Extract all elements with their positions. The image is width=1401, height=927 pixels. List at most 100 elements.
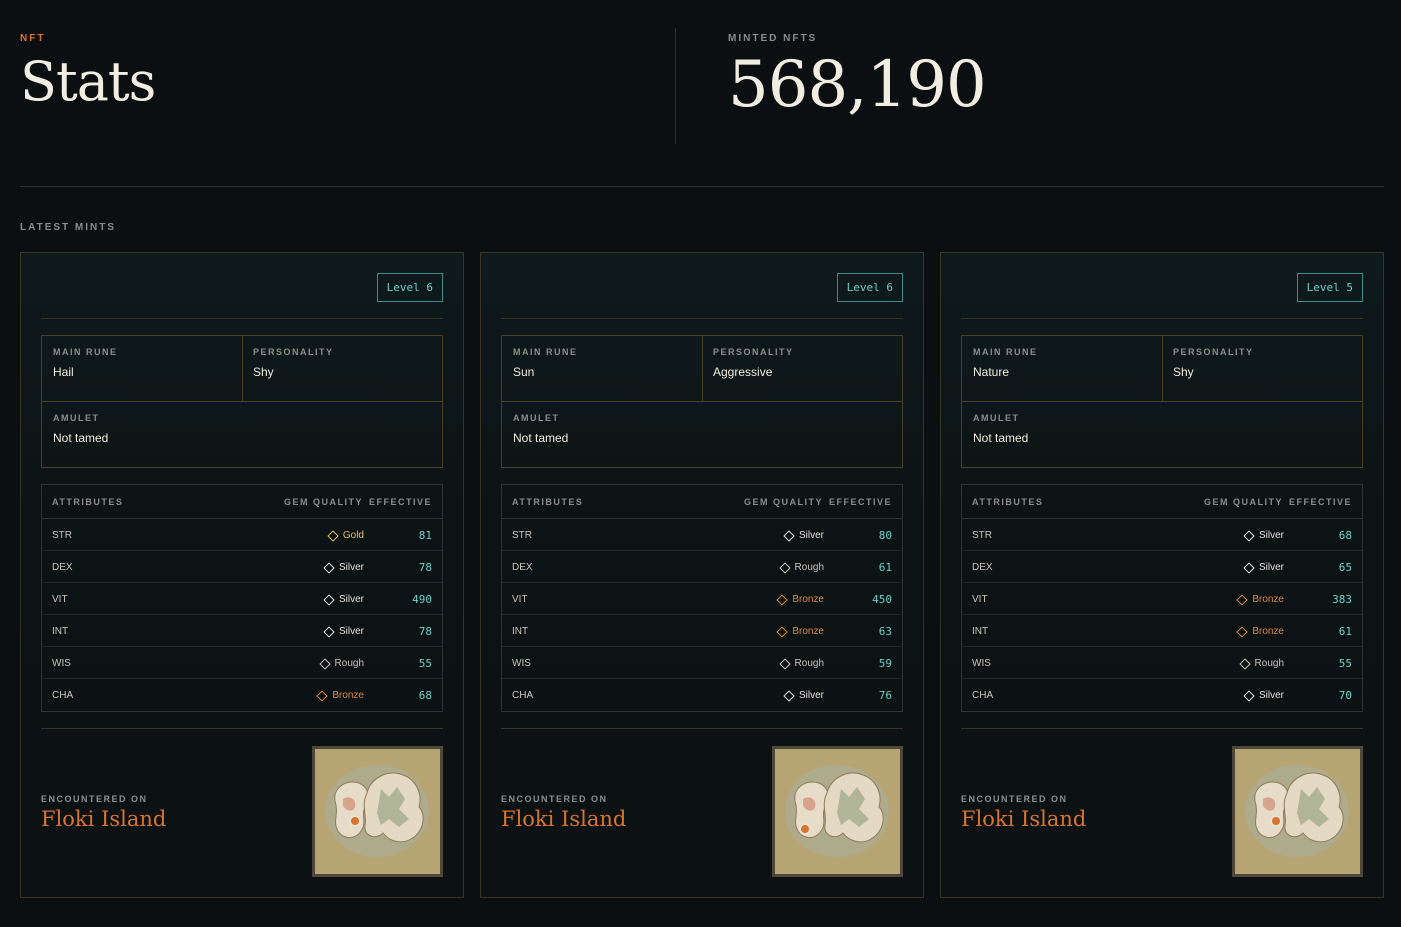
card-divider bbox=[961, 318, 1363, 319]
gem-quality-label: Silver bbox=[338, 626, 364, 637]
attributes-column-header: ATTRIBUTES bbox=[52, 497, 124, 507]
level-badge: Level 5 bbox=[1296, 273, 1363, 302]
effective-value: 383 bbox=[1332, 593, 1352, 606]
effective-column-header: EFFECTIVE bbox=[1288, 497, 1352, 507]
section-divider bbox=[20, 186, 1384, 187]
gem-quality: Silver bbox=[323, 625, 364, 638]
effective-value: 81 bbox=[418, 529, 432, 542]
island-map[interactable] bbox=[312, 746, 443, 877]
effective-value: 450 bbox=[872, 593, 892, 606]
amulet-label: AMULET bbox=[53, 413, 100, 423]
effective-value: 63 bbox=[878, 625, 892, 638]
gem-quality: Rough bbox=[778, 657, 824, 670]
gem-quality-label: Silver bbox=[798, 690, 824, 701]
gem-quality-label: Silver bbox=[338, 594, 364, 605]
attribute-name: DEX bbox=[52, 562, 73, 573]
personality-cell: PERSONALITY Shy bbox=[253, 347, 334, 379]
personality-label: PERSONALITY bbox=[1173, 347, 1254, 357]
amulet-label: AMULET bbox=[973, 413, 1020, 423]
gem-quality-column-header: GEM QUALITY bbox=[1204, 497, 1283, 507]
effective-value: 65 bbox=[1338, 561, 1352, 574]
attribute-row: DEX Silver 65 bbox=[962, 551, 1362, 583]
attributes-header: ATTRIBUTES GEM QUALITY EFFECTIVE bbox=[962, 485, 1362, 519]
gem-quality: Rough bbox=[1238, 657, 1284, 670]
header-divider bbox=[675, 28, 676, 144]
island-map[interactable] bbox=[1232, 746, 1363, 877]
diamond-icon bbox=[1243, 529, 1255, 542]
amulet-cell: AMULET Not tamed bbox=[513, 413, 568, 445]
attribute-row: INT Bronze 61 bbox=[962, 615, 1362, 647]
latest-mints-label: LATEST MINTS bbox=[20, 222, 117, 233]
attributes-header: ATTRIBUTES GEM QUALITY EFFECTIVE bbox=[42, 485, 442, 519]
minted-nfts-count: 568,190 bbox=[728, 48, 987, 122]
gem-quality: Bronze bbox=[1236, 593, 1284, 606]
info-box: MAIN RUNE Sun PERSONALITY Aggressive AMU… bbox=[501, 335, 903, 468]
attribute-name: VIT bbox=[512, 594, 528, 605]
card-divider bbox=[41, 728, 443, 729]
nft-card[interactable]: Level 6 MAIN RUNE Hail PERSONALITY Shy A… bbox=[20, 252, 464, 898]
gem-quality: Gold bbox=[327, 529, 364, 542]
info-divider bbox=[242, 336, 243, 402]
info-divider bbox=[702, 336, 703, 402]
gem-quality: Bronze bbox=[776, 593, 824, 606]
nft-card[interactable]: Level 6 MAIN RUNE Sun PERSONALITY Aggres… bbox=[480, 252, 924, 898]
gem-quality-label: Gold bbox=[342, 530, 364, 541]
effective-value: 490 bbox=[412, 593, 432, 606]
attribute-name: WIS bbox=[512, 658, 531, 669]
minted-count-block: MINTED NFTS 568,190 bbox=[728, 33, 987, 122]
gem-quality-column-header: GEM QUALITY bbox=[284, 497, 363, 507]
card-divider bbox=[501, 728, 903, 729]
attributes-table: ATTRIBUTES GEM QUALITY EFFECTIVE STR Gol… bbox=[41, 484, 443, 712]
attribute-name: CHA bbox=[512, 690, 534, 701]
effective-value: 68 bbox=[1338, 529, 1352, 542]
main-rune-value: Nature bbox=[973, 365, 1010, 379]
island-map[interactable] bbox=[772, 746, 903, 877]
gem-quality: Bronze bbox=[1236, 625, 1284, 638]
attribute-name: WIS bbox=[52, 658, 71, 669]
effective-value: 68 bbox=[418, 689, 432, 702]
main-rune-value: Sun bbox=[513, 365, 535, 379]
effective-column-header: EFFECTIVE bbox=[368, 497, 432, 507]
effective-column-header: EFFECTIVE bbox=[828, 497, 892, 507]
attribute-row: DEX Rough 61 bbox=[502, 551, 902, 583]
attribute-row: DEX Silver 78 bbox=[42, 551, 442, 583]
main-rune-cell: MAIN RUNE Sun bbox=[513, 347, 578, 379]
attribute-row: INT Silver 78 bbox=[42, 615, 442, 647]
diamond-icon bbox=[778, 657, 791, 670]
encountered-on-label: ENCOUNTERED ON bbox=[961, 794, 1068, 804]
gem-quality-column-header: GEM QUALITY bbox=[744, 497, 823, 507]
attribute-name: STR bbox=[512, 530, 532, 541]
stats-title-block: NFT Stats bbox=[20, 33, 156, 113]
gem-quality: Bronze bbox=[776, 625, 824, 638]
amulet-value: Not tamed bbox=[973, 431, 1029, 445]
attribute-name: CHA bbox=[972, 690, 994, 701]
amulet-label: AMULET bbox=[513, 413, 560, 423]
diamond-icon bbox=[1243, 689, 1255, 702]
attribute-name: DEX bbox=[972, 562, 993, 573]
card-divider bbox=[961, 728, 1363, 729]
stats-header: NFT Stats MINTED NFTS 568,190 bbox=[0, 0, 1401, 187]
encountered-on-label: ENCOUNTERED ON bbox=[501, 794, 608, 804]
gem-quality-label: Rough bbox=[334, 658, 364, 669]
diamond-icon bbox=[776, 625, 788, 638]
effective-value: 61 bbox=[1338, 625, 1352, 638]
gem-quality: Bronze bbox=[316, 689, 364, 702]
effective-value: 70 bbox=[1338, 689, 1352, 702]
info-divider bbox=[502, 401, 902, 402]
gem-quality: Silver bbox=[1243, 561, 1284, 574]
personality-cell: PERSONALITY Aggressive bbox=[713, 347, 794, 379]
gem-quality: Rough bbox=[778, 561, 824, 574]
map-illustration bbox=[315, 749, 440, 874]
main-rune-cell: MAIN RUNE Hail bbox=[53, 347, 118, 379]
info-divider bbox=[42, 401, 442, 402]
personality-label: PERSONALITY bbox=[713, 347, 794, 357]
diamond-icon bbox=[323, 593, 335, 606]
gem-quality-label: Silver bbox=[1258, 690, 1284, 701]
gem-quality: Silver bbox=[1243, 689, 1284, 702]
amulet-value: Not tamed bbox=[53, 431, 109, 445]
gem-quality-label: Rough bbox=[794, 562, 824, 573]
level-badge: Level 6 bbox=[836, 273, 903, 302]
attribute-name: WIS bbox=[972, 658, 991, 669]
attribute-row: STR Silver 80 bbox=[502, 519, 902, 551]
nft-card[interactable]: Level 5 MAIN RUNE Nature PERSONALITY Shy… bbox=[940, 252, 1384, 898]
